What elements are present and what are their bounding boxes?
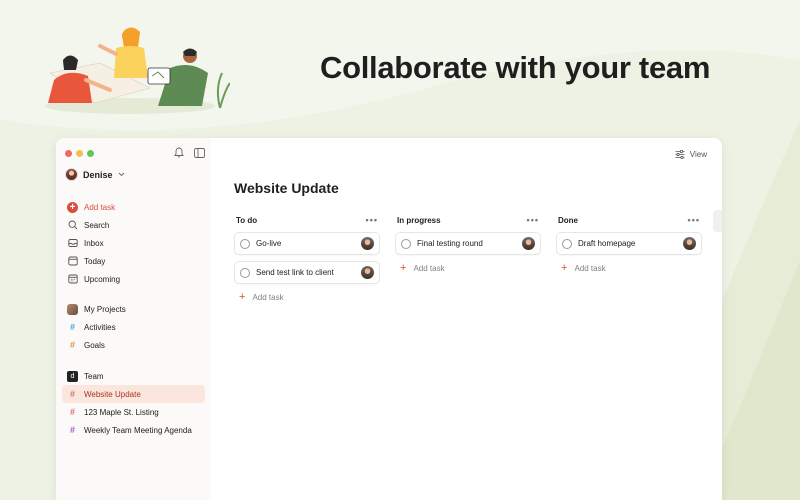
task-checkbox[interactable] (240, 267, 250, 278)
project-item-weekly-meeting[interactable]: # Weekly Team Meeting Agenda (62, 421, 205, 439)
add-task-label: Add task (252, 292, 284, 302)
team-icon: d (67, 370, 78, 382)
plus-icon: + (67, 201, 78, 213)
column-title: Done (558, 215, 578, 225)
assignee-avatar (683, 237, 696, 250)
project-avatar-icon (67, 303, 78, 315)
add-task-button[interactable]: + Add task (62, 198, 205, 216)
hash-icon: # (69, 425, 75, 435)
task-card[interactable]: Final testing round (395, 232, 541, 255)
close-window-button[interactable] (65, 150, 72, 157)
more-icon[interactable]: ••• (688, 215, 700, 225)
plus-icon: + (561, 261, 568, 274)
inbox-icon (67, 239, 78, 247)
plus-icon: + (239, 290, 246, 303)
add-task-label: Add task (413, 263, 445, 273)
app-window: Denise + Add task Search Inbox Today Upc… (56, 138, 722, 500)
task-card[interactable]: Send test link to client (234, 261, 380, 284)
minimize-window-button[interactable] (76, 150, 83, 157)
project-label: Weekly Team Meeting Agenda (84, 425, 192, 435)
project-label: Goals (84, 340, 105, 350)
team-header[interactable]: d Team (62, 367, 205, 385)
nav-label: Search (84, 220, 110, 230)
sliders-icon (675, 150, 685, 159)
project-item-activities[interactable]: # Activities (62, 318, 205, 336)
hash-icon: # (69, 322, 75, 332)
project-item-maple-listing[interactable]: # 123 Maple St. Listing (62, 403, 205, 421)
task-checkbox[interactable] (240, 238, 250, 249)
hash-icon: # (69, 407, 75, 417)
user-avatar (65, 168, 78, 181)
team-section: d Team # Website Update # 123 Maple St. … (62, 367, 205, 439)
sidebar-toggle-icon[interactable] (194, 147, 205, 158)
project-label: 123 Maple St. Listing (84, 407, 159, 417)
task-checkbox[interactable] (562, 238, 572, 249)
nav-item-today[interactable]: Today (62, 252, 205, 270)
add-task-button[interactable]: + Add task (234, 287, 380, 307)
my-projects-title: My Projects (84, 304, 126, 314)
more-icon[interactable]: ••• (527, 215, 539, 225)
project-item-goals[interactable]: # Goals (62, 336, 205, 354)
zoom-window-button[interactable] (87, 150, 94, 157)
team-illustration (45, 27, 230, 114)
assignee-avatar (522, 237, 535, 250)
board-column-in-progress: In progress ••• Final testing round + Ad… (395, 213, 541, 278)
sidebar-top-icons (174, 147, 205, 158)
nav-label: Upcoming (84, 274, 121, 284)
calendar-upcoming-icon (67, 274, 78, 284)
task-checkbox[interactable] (401, 238, 411, 249)
page-headline: Collaborate with your team (320, 50, 711, 85)
task-title: Draft homepage (578, 239, 636, 248)
assignee-avatar (361, 237, 374, 250)
column-title: To do (236, 215, 258, 225)
task-card[interactable]: Go-live (234, 232, 380, 255)
board-column-todo: To do ••• Go-live Send test link to clie… (234, 213, 380, 307)
team-title: Team (84, 371, 104, 381)
add-task-label: Add task (574, 263, 606, 273)
column-header: Done ••• (556, 213, 702, 227)
assignee-avatar (361, 266, 374, 279)
nav-item-upcoming[interactable]: Upcoming (62, 270, 205, 288)
main-nav: + Add task Search Inbox Today Upcoming (62, 198, 205, 288)
add-section-handle[interactable] (713, 210, 722, 232)
main-content: View Website Update To do ••• Go-live Se… (211, 138, 722, 500)
my-projects-header[interactable]: My Projects (62, 300, 205, 318)
my-projects-section: My Projects # Activities # Goals (62, 300, 205, 354)
hash-icon: # (69, 389, 75, 399)
chevron-down-icon (118, 172, 124, 177)
board-column-done: Done ••• Draft homepage + Add task (556, 213, 702, 278)
project-label: Activities (84, 322, 116, 332)
nav-item-inbox[interactable]: Inbox (62, 234, 205, 252)
plus-icon: + (400, 261, 407, 274)
column-title: In progress (397, 215, 441, 225)
project-label: Website Update (84, 389, 141, 399)
task-title: Final testing round (417, 239, 483, 248)
window-controls (65, 150, 94, 157)
bell-icon[interactable] (174, 147, 184, 158)
task-card[interactable]: Draft homepage (556, 232, 702, 255)
add-task-button[interactable]: + Add task (395, 258, 541, 278)
column-header: To do ••• (234, 213, 380, 227)
more-icon[interactable]: ••• (366, 215, 378, 225)
nav-item-search[interactable]: Search (62, 216, 205, 234)
view-label: View (689, 150, 707, 159)
column-header: In progress ••• (395, 213, 541, 227)
nav-label: Today (84, 256, 106, 266)
add-task-label: Add task (84, 202, 116, 212)
user-menu[interactable]: Denise (65, 168, 125, 181)
project-title: Website Update (234, 180, 339, 196)
view-button[interactable]: View (675, 150, 707, 159)
project-item-website-update[interactable]: # Website Update (62, 385, 205, 403)
task-title: Go-live (256, 239, 282, 248)
hash-icon: # (69, 340, 75, 350)
task-title: Send test link to client (256, 268, 334, 277)
add-task-button[interactable]: + Add task (556, 258, 702, 278)
search-icon (68, 220, 77, 230)
user-name: Denise (83, 169, 113, 180)
sidebar: Denise + Add task Search Inbox Today Upc… (56, 138, 211, 500)
calendar-today-icon (67, 256, 78, 266)
nav-label: Inbox (84, 238, 104, 248)
